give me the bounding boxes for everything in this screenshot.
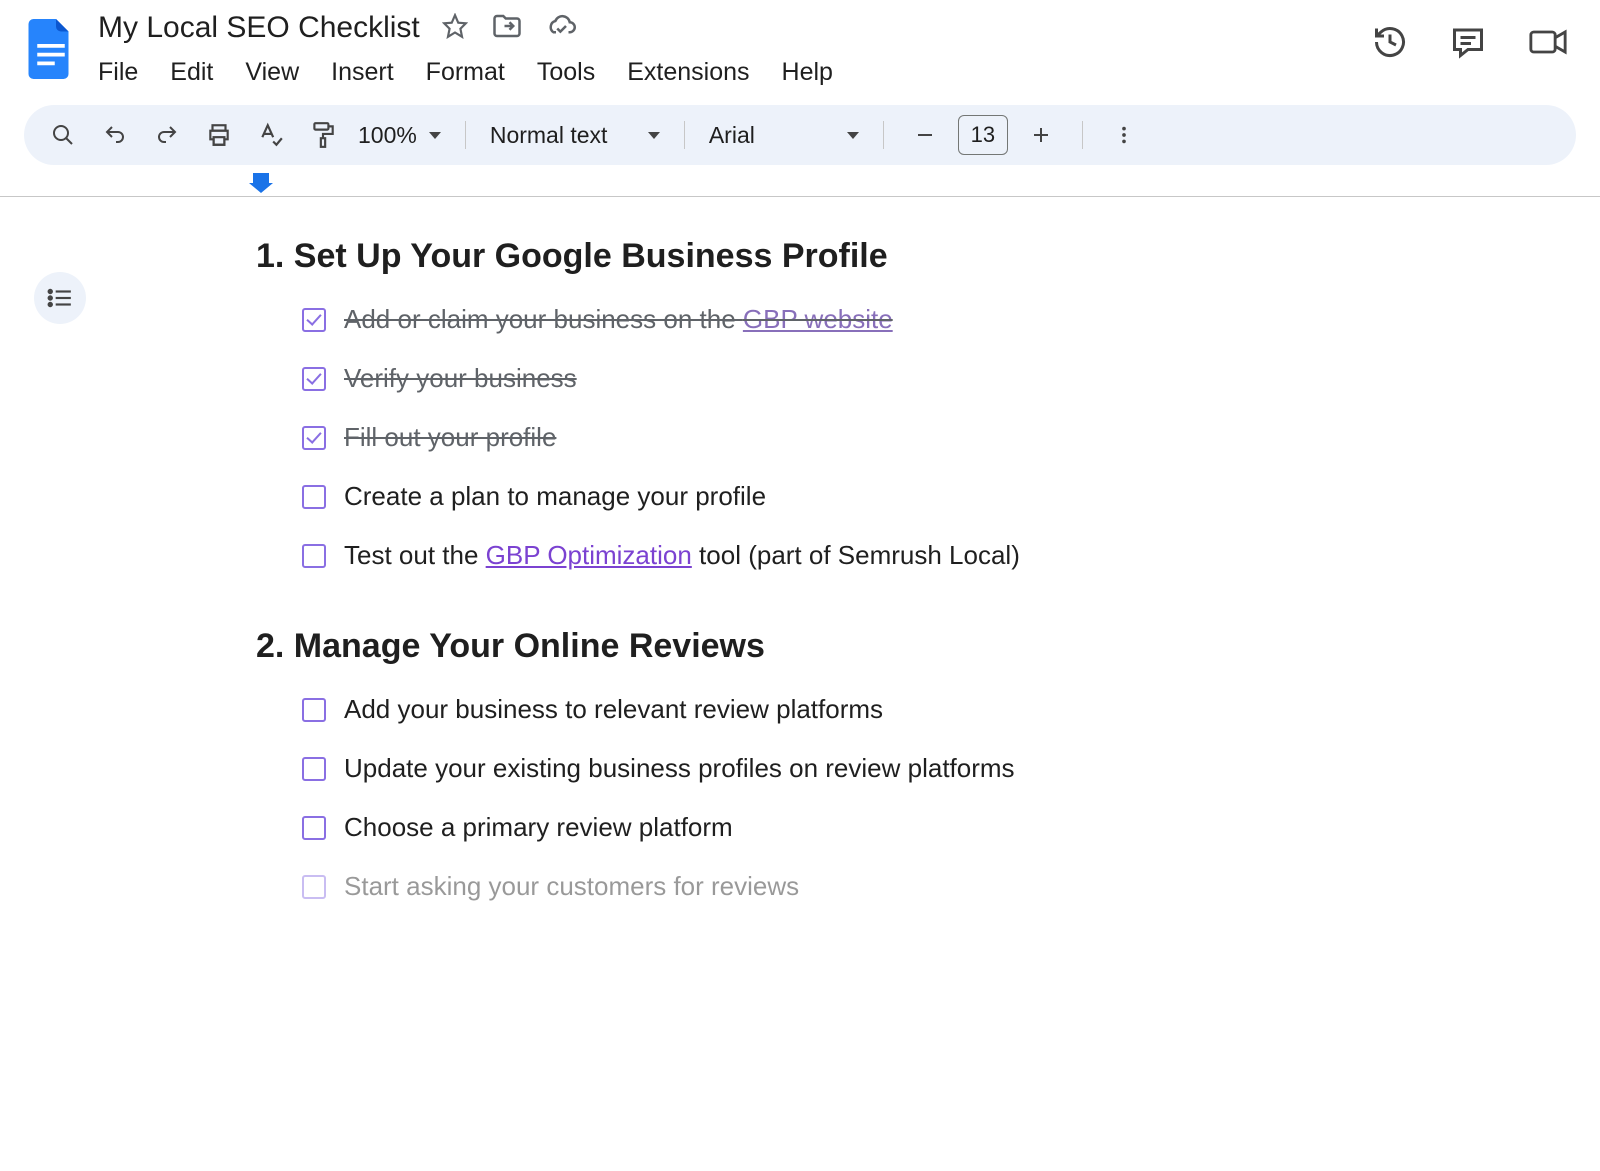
menu-bar: File Edit View Insert Format Tools Exten… (94, 48, 1356, 97)
history-icon[interactable] (1372, 24, 1408, 65)
title-bar: My Local SEO Checklist File Edit View In… (0, 0, 1600, 97)
checkbox-icon[interactable] (302, 757, 326, 781)
redo-icon[interactable] (150, 118, 184, 152)
star-icon[interactable] (442, 13, 468, 44)
list-item[interactable]: Add or claim your business on the GBP we… (302, 304, 1200, 335)
document-title[interactable]: My Local SEO Checklist (94, 9, 424, 47)
checkbox-icon[interactable] (302, 485, 326, 509)
menu-format[interactable]: Format (426, 58, 505, 87)
chevron-down-icon (648, 132, 660, 139)
menu-tools[interactable]: Tools (537, 58, 595, 87)
checkbox-icon[interactable] (302, 308, 326, 332)
checklist-section-1: Add or claim your business on the GBP we… (256, 304, 1200, 571)
chevron-down-icon (847, 132, 859, 139)
list-item[interactable]: Create a plan to manage your profile (302, 481, 1200, 512)
more-icon[interactable] (1107, 118, 1141, 152)
format-paint-icon[interactable] (306, 118, 340, 152)
heading-section-1[interactable]: 1. Set Up Your Google Business Profile (256, 237, 1200, 276)
checkbox-icon[interactable] (302, 816, 326, 840)
checkbox-icon[interactable] (302, 875, 326, 899)
checkbox-icon[interactable] (302, 698, 326, 722)
checkbox-icon[interactable] (302, 544, 326, 568)
list-item[interactable]: Verify your business (302, 363, 1200, 394)
comment-icon[interactable] (1450, 24, 1486, 65)
checkbox-icon[interactable] (302, 367, 326, 391)
checkbox-icon[interactable] (302, 426, 326, 450)
heading-section-2[interactable]: 2. Manage Your Online Reviews (256, 627, 1200, 666)
list-item[interactable]: Add your business to relevant review pla… (302, 694, 1200, 725)
font-size-increase[interactable] (1024, 118, 1058, 152)
list-item[interactable]: Test out the GBP Optimization tool (part… (302, 540, 1200, 571)
indent-marker[interactable] (249, 183, 273, 193)
menu-extensions[interactable]: Extensions (627, 58, 749, 87)
undo-icon[interactable] (98, 118, 132, 152)
video-icon[interactable] (1528, 26, 1568, 63)
document-body[interactable]: 1. Set Up Your Google Business Profile A… (0, 197, 1200, 902)
spellcheck-icon[interactable] (254, 118, 288, 152)
search-icon[interactable] (46, 118, 80, 152)
cloud-icon[interactable] (546, 14, 576, 43)
link[interactable]: GBP website (743, 304, 893, 334)
menu-help[interactable]: Help (782, 58, 833, 87)
font-size-decrease[interactable] (908, 118, 942, 152)
outline-toggle[interactable] (34, 272, 86, 324)
toolbar: 100% Normal text Arial 13 (24, 105, 1576, 165)
print-icon[interactable] (202, 118, 236, 152)
zoom-select[interactable]: 100% (358, 122, 441, 149)
list-item[interactable]: Fill out your profile (302, 422, 1200, 453)
checklist-section-2: Add your business to relevant review pla… (256, 694, 1200, 902)
menu-insert[interactable]: Insert (331, 58, 394, 87)
list-item[interactable]: Update your existing business profiles o… (302, 753, 1200, 784)
menu-view[interactable]: View (245, 58, 299, 87)
font-select[interactable]: Arial (709, 122, 859, 149)
ruler[interactable] (0, 173, 1600, 197)
link[interactable]: GBP Optimization (486, 540, 692, 570)
list-item[interactable]: Start asking your customers for reviews (302, 871, 1200, 902)
menu-edit[interactable]: Edit (170, 58, 213, 87)
font-size-input[interactable]: 13 (958, 115, 1008, 155)
list-item[interactable]: Choose a primary review platform (302, 812, 1200, 843)
tab-stop-marker[interactable] (253, 173, 269, 183)
docs-logo[interactable] (24, 14, 78, 84)
chevron-down-icon (429, 132, 441, 139)
menu-file[interactable]: File (98, 58, 138, 87)
move-icon[interactable] (492, 13, 522, 44)
paragraph-style-select[interactable]: Normal text (490, 122, 660, 149)
